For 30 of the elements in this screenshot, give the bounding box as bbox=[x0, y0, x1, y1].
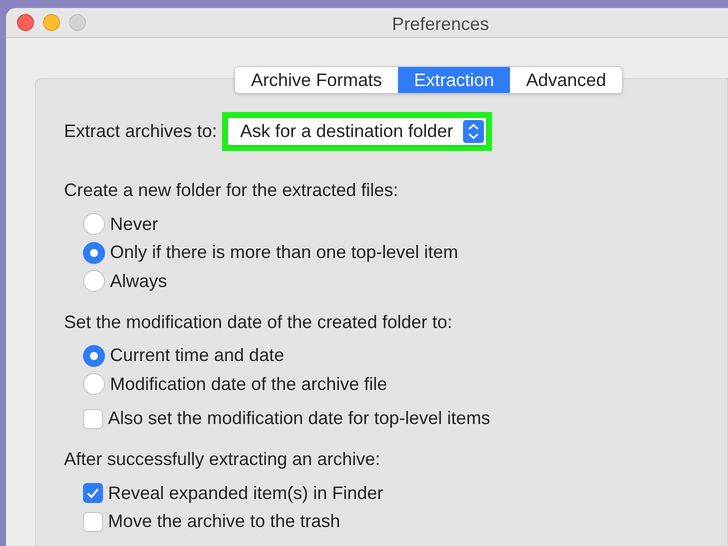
option-label: Reveal expanded item(s) in Finder bbox=[108, 482, 384, 505]
tab[interactable]: Extraction bbox=[398, 67, 510, 93]
tab[interactable]: Archive Formats bbox=[235, 67, 398, 93]
checkbox[interactable] bbox=[83, 483, 103, 504]
section-heading: Create a new folder for the extracted files: bbox=[64, 179, 398, 202]
radio-button[interactable] bbox=[83, 242, 105, 264]
option-label: Current time and date bbox=[110, 344, 284, 368]
radio-button[interactable] bbox=[83, 213, 105, 236]
zoom-button[interactable] bbox=[69, 14, 86, 31]
checkmark-icon bbox=[86, 486, 100, 500]
radio-button[interactable] bbox=[83, 270, 105, 292]
close-button[interactable] bbox=[17, 14, 34, 31]
tab[interactable]: Advanced bbox=[510, 67, 622, 93]
stepper-icon bbox=[463, 120, 484, 143]
option-label: Never bbox=[110, 212, 158, 236]
checkbox[interactable] bbox=[83, 408, 103, 429]
destination-dropdown[interactable]: Ask for a destination folder bbox=[228, 118, 486, 145]
section-heading: After successfully extracting an archive: bbox=[64, 448, 380, 471]
radio-button[interactable] bbox=[83, 373, 105, 396]
radio-button[interactable] bbox=[83, 344, 105, 367]
minimize-button[interactable] bbox=[43, 14, 60, 31]
option-label: Always bbox=[110, 270, 168, 293]
field-label: Extract archives to: bbox=[64, 120, 218, 143]
section-heading: Set the modification date of the created folder to: bbox=[64, 310, 452, 334]
window-title: Preferences bbox=[392, 13, 490, 36]
option-label: Also set the modification date for top-level items bbox=[108, 407, 490, 430]
checkbox[interactable] bbox=[83, 512, 103, 532]
option-label: Only if there is more than one top-level item bbox=[110, 241, 458, 264]
option-label: Move the archive to the trash bbox=[108, 510, 340, 534]
option-label: Modification date of the archive file bbox=[110, 372, 388, 396]
